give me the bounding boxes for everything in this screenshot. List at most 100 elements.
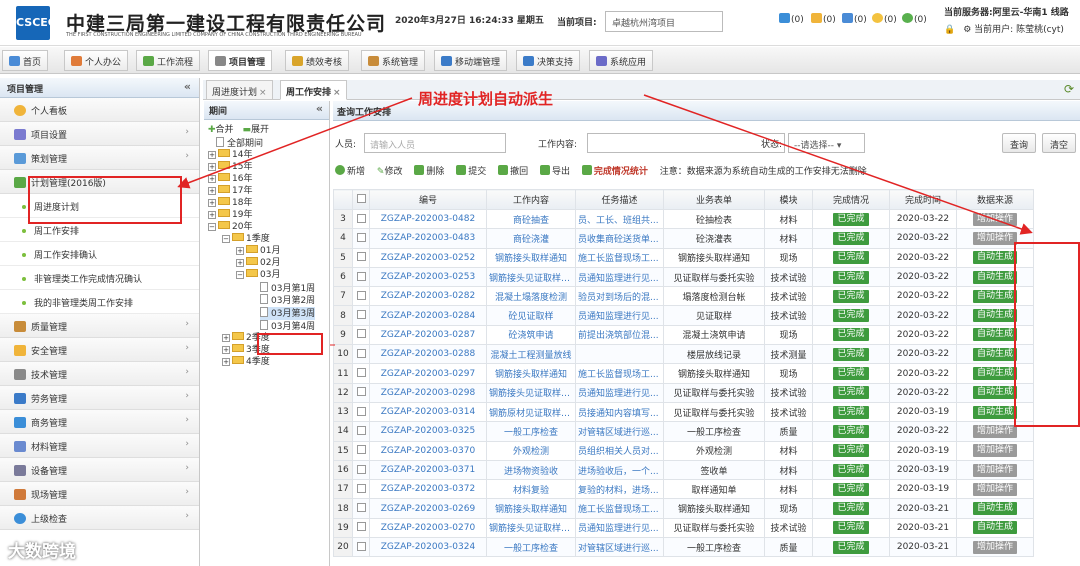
col-status[interactable]: 完成情况	[812, 189, 890, 210]
checkbox[interactable]	[356, 329, 366, 339]
source-badge[interactable]: 增加操作	[972, 231, 1017, 245]
tree-node-15[interactable]: +15年	[208, 161, 252, 173]
project-selector[interactable]: 卓越杭州湾项目	[605, 11, 723, 32]
row-checkbox[interactable]	[352, 286, 370, 307]
tree-node-q2[interactable]: +2季度	[222, 332, 270, 344]
cell-source[interactable]: 自动生成	[956, 305, 1034, 326]
checkbox[interactable]	[356, 213, 366, 223]
cell-code[interactable]: ZGZAP-202003-0483	[369, 228, 487, 249]
cell-code[interactable]: ZGZAP-202003-0270	[369, 517, 487, 539]
source-badge[interactable]: 自动生成	[972, 347, 1017, 361]
source-badge[interactable]: 自动生成	[972, 521, 1017, 535]
checkbox[interactable]	[356, 252, 366, 262]
notify-mail[interactable]: (0)	[811, 13, 836, 25]
table-row[interactable]: 9 ZGZAP-202003-0287 砼浇筑申请 前提出浇筑部位混... 混凝土浇筑申…	[333, 324, 1080, 346]
cell-code[interactable]: ZGZAP-202003-0284	[369, 305, 487, 326]
nav-system[interactable]: 系统管理	[361, 50, 426, 71]
expand-icon[interactable]: +	[208, 199, 216, 207]
cell-work[interactable]: 进场物资验收	[486, 459, 576, 481]
tree-node-16[interactable]: +16年	[208, 173, 252, 185]
source-badge[interactable]: 增加操作	[972, 424, 1017, 438]
submit-button[interactable]: 提交	[456, 165, 486, 177]
notify-message[interactable]: (0)	[902, 13, 927, 25]
table-row[interactable]: 12 ZGZAP-202003-0298 钢筋接头见证取样送检 员通知监理进行见...…	[333, 382, 1080, 403]
source-badge[interactable]: 增加操作	[972, 463, 1017, 477]
source-badge[interactable]: 自动生成	[972, 502, 1017, 516]
checkbox[interactable]	[356, 483, 366, 493]
checkbox[interactable]	[356, 503, 366, 513]
checkbox[interactable]	[356, 464, 366, 474]
row-checkbox[interactable]	[352, 537, 370, 558]
table-row[interactable]: 13 ZGZAP-202003-0314 钢筋原材见证取样送检 员接通知内容填写...…	[333, 401, 1080, 423]
nav-mobile[interactable]: 移动端管理	[434, 50, 508, 71]
sidebar-item-weekly-progress[interactable]: 周进度计划	[0, 194, 199, 218]
row-checkbox[interactable]	[352, 324, 370, 346]
sidebar-item-site[interactable]: 现场管理 ›	[0, 482, 199, 506]
cell-code[interactable]: ZGZAP-202003-0325	[369, 421, 487, 442]
row-checkbox[interactable]	[352, 440, 370, 461]
cell-work[interactable]: 一般工序检查	[486, 537, 576, 558]
row-checkbox[interactable]	[352, 266, 370, 288]
cell-source[interactable]: 自动生成	[956, 324, 1034, 346]
cell-work[interactable]: 钢筋接头取样通知	[486, 363, 576, 384]
collapse-icon[interactable]: −	[222, 235, 230, 243]
cell-code[interactable]: ZGZAP-202003-0253	[369, 266, 487, 288]
tree-node-20[interactable]: −20年	[208, 221, 252, 233]
expand-icon[interactable]: +	[208, 187, 216, 195]
source-badge[interactable]: 自动生成	[972, 386, 1017, 400]
sidebar-item-dashboard[interactable]: 个人看板	[0, 98, 199, 122]
cell-code[interactable]: ZGZAP-202003-0371	[369, 459, 487, 481]
row-checkbox[interactable]	[352, 498, 370, 519]
cell-code[interactable]: ZGZAP-202003-0288	[369, 344, 487, 365]
cell-code[interactable]: ZGZAP-202003-0269	[369, 498, 487, 519]
cell-work[interactable]: 砼浇筑申请	[486, 324, 576, 346]
row-checkbox[interactable]	[352, 363, 370, 384]
nav-home[interactable]: 首页	[2, 50, 49, 71]
collapse-icon[interactable]: −	[236, 271, 244, 279]
cell-source[interactable]: 自动生成	[956, 382, 1034, 403]
row-checkbox[interactable]	[352, 479, 370, 500]
cell-code[interactable]: ZGZAP-202003-0372	[369, 479, 487, 500]
notify-chat[interactable]: (0)	[872, 13, 897, 25]
row-checkbox[interactable]	[352, 401, 370, 423]
table-row[interactable]: 5 ZGZAP-202003-0252 钢筋接头取样通知 施工长监督现场工... 钢筋接…	[333, 247, 1080, 268]
table-row[interactable]: 3 ZGZAP-202003-0482 商砼抽查 员、工长、班组共... 砼抽检表 材料 已…	[333, 208, 1080, 230]
sidebar-item-nonmgmt-confirm[interactable]: 非管理类工作完成情况确认	[0, 266, 199, 290]
table-row[interactable]: 19 ZGZAP-202003-0270 钢筋接头见证取样送检 员通知监理进行见...…	[333, 517, 1080, 539]
cell-work[interactable]: 钢筋接头取样通知	[486, 498, 576, 519]
sidebar-item-weekly-work[interactable]: 周工作安排	[0, 218, 199, 242]
checkbox[interactable]	[356, 290, 366, 300]
row-checkbox[interactable]	[352, 228, 370, 249]
checkbox[interactable]	[356, 368, 366, 378]
cell-source[interactable]: 自动生成	[956, 401, 1034, 423]
cell-code[interactable]: ZGZAP-202003-0482	[369, 208, 487, 230]
tab-weekly-work[interactable]: 周工作安排 ×	[280, 80, 347, 100]
table-row[interactable]: 15 ZGZAP-202003-0370 外观检测 员组织相关人员对... 外观检测 材料…	[333, 440, 1080, 461]
source-badge[interactable]: 自动生成	[972, 270, 1017, 284]
table-row[interactable]: 14 ZGZAP-202003-0325 一般工序检查 对管辖区域进行巡... 一般工序…	[333, 421, 1080, 442]
source-badge[interactable]: 增加操作	[972, 212, 1017, 226]
cell-source[interactable]: 自动生成	[956, 517, 1034, 539]
sidebar-item-equipment[interactable]: 设备管理 ›	[0, 458, 199, 482]
col-checkbox[interactable]	[352, 189, 370, 210]
collapse-icon[interactable]: «	[184, 80, 191, 93]
cell-work[interactable]: 材料复验	[486, 479, 576, 500]
col-code[interactable]: 编号	[369, 189, 487, 210]
row-checkbox[interactable]	[352, 382, 370, 403]
checkbox[interactable]	[356, 310, 366, 320]
cell-code[interactable]: ZGZAP-202003-0252	[369, 247, 487, 268]
row-checkbox[interactable]	[352, 344, 370, 365]
cell-work[interactable]: 商砼抽查	[486, 208, 576, 230]
source-badge[interactable]: 增加操作	[972, 482, 1017, 496]
tree-node-17[interactable]: +17年	[208, 185, 252, 197]
export-button[interactable]: 导出	[540, 165, 570, 177]
expand-icon[interactable]: +	[236, 259, 244, 267]
cell-work[interactable]: 商砼浇灌	[486, 228, 576, 249]
expand-icon[interactable]: +	[208, 151, 216, 159]
cell-source[interactable]: 增加操作	[956, 208, 1034, 230]
col-work[interactable]: 工作内容	[486, 189, 576, 210]
content-input[interactable]	[587, 133, 785, 153]
nav-personal[interactable]: 个人办公	[64, 50, 129, 71]
col-source[interactable]: 数据来源	[956, 189, 1034, 210]
cell-source[interactable]: 自动生成	[956, 247, 1034, 268]
